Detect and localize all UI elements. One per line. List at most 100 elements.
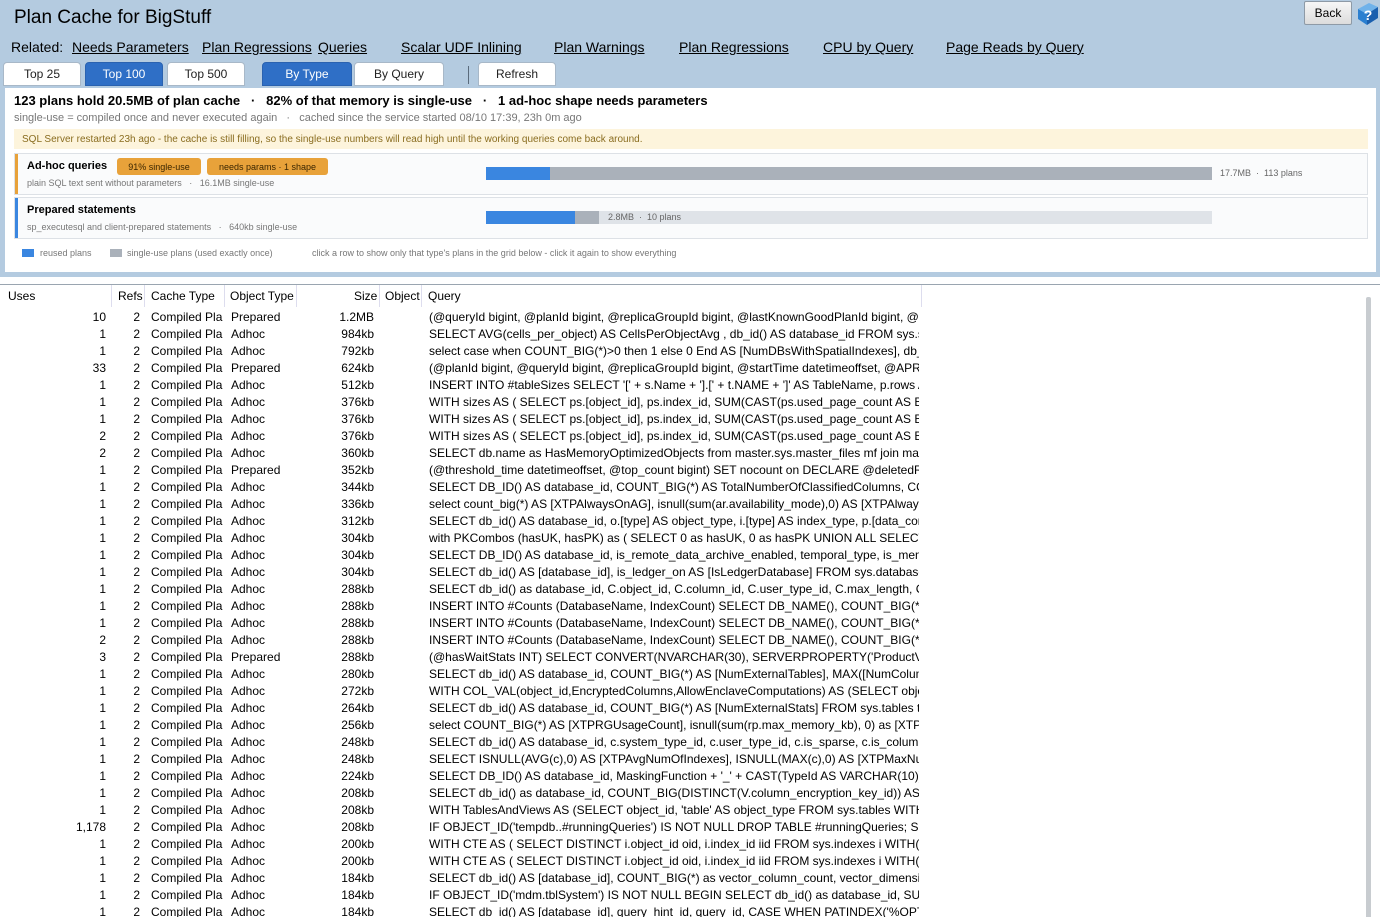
cell-refs: 2 (133, 752, 140, 766)
table-row[interactable]: 3 2 Compiled Plan Prepared 288kb (@hasWaitSta… (0, 649, 1340, 666)
cell-refs: 2 (133, 514, 140, 528)
link-plan-warnings[interactable]: Plan Warnings (554, 39, 645, 55)
column-header-query[interactable]: Query (428, 289, 461, 303)
type-row-adhoc[interactable]: Ad-hoc queries 91% single-use needs para… (14, 153, 1368, 195)
table-row[interactable]: 1 2 Compiled Plan Adhoc 248kb SELECT db_id() … (0, 734, 1340, 751)
table-row[interactable]: 1 2 Compiled Plan Adhoc 184kb IF OBJECT_ID('m… (0, 887, 1340, 904)
cell-object-type: Adhoc (231, 344, 266, 358)
table-row[interactable]: 1 2 Compiled Plan Prepared 352kb (@threshold_… (0, 462, 1340, 479)
cell-cache-type: Compiled Plan (151, 820, 223, 834)
plan-grid[interactable]: Uses Refs Cache Type Object Type Size Ob… (0, 284, 1380, 917)
column-divider[interactable] (111, 285, 112, 307)
table-row[interactable]: 2 2 Compiled Plan Adhoc 376kb WITH sizes AS (… (0, 428, 1340, 445)
cell-size: 208kb (341, 803, 374, 817)
type-row-prepared[interactable]: Prepared statements sp_executesql and cl… (14, 197, 1368, 239)
cell-cache-type: Compiled Plan (151, 803, 223, 817)
cell-uses: 1 (99, 752, 106, 766)
tab-top-500[interactable]: Top 500 (167, 62, 245, 86)
cell-refs: 2 (133, 480, 140, 494)
cell-refs: 2 (133, 718, 140, 732)
legend-reused-swatch (22, 249, 34, 257)
tab-by-type[interactable]: By Type (262, 62, 352, 86)
cell-query: (@hasWaitStats INT) SELECT CONVERT(NVARC… (429, 650, 919, 664)
table-row[interactable]: 1 2 Compiled Plan Adhoc 984kb SELECT AVG(cell… (0, 326, 1340, 343)
cell-uses: 3 (99, 650, 106, 664)
cell-object-type: Adhoc (231, 446, 266, 460)
help-icon[interactable]: ? (1355, 1, 1380, 26)
cell-uses: 1,178 (75, 820, 106, 834)
table-row[interactable]: 2 2 Compiled Plan Adhoc 288kb INSERT INTO #Co… (0, 632, 1340, 649)
table-row[interactable]: 1 2 Compiled Plan Adhoc 208kb WITH TablesAndV… (0, 802, 1340, 819)
table-row[interactable]: 1 2 Compiled Plan Adhoc 288kb INSERT INTO #Co… (0, 615, 1340, 632)
cell-refs: 2 (133, 633, 140, 647)
column-divider[interactable] (144, 285, 145, 307)
vertical-scrollbar[interactable] (1366, 297, 1371, 917)
summary-headline: 123 plans hold 20.5MB of plan cache · 82… (14, 93, 708, 108)
column-header-cache-type[interactable]: Cache Type (151, 289, 215, 303)
tab-top-25[interactable]: Top 25 (3, 62, 81, 86)
back-button[interactable]: Back (1304, 1, 1352, 25)
cell-size: 288kb (341, 582, 374, 596)
table-row[interactable]: 1 2 Compiled Plan Adhoc 336kb select count_bi… (0, 496, 1340, 513)
cell-object-type: Adhoc (231, 752, 266, 766)
column-header-object[interactable]: Object (385, 289, 420, 303)
table-row[interactable]: 1 2 Compiled Plan Adhoc 288kb SELECT db_id() … (0, 581, 1340, 598)
table-row[interactable]: 1 2 Compiled Plan Adhoc 264kb SELECT db_id() … (0, 700, 1340, 717)
tab-top-100[interactable]: Top 100 (85, 62, 163, 86)
table-row[interactable]: 1 2 Compiled Plan Adhoc 184kb SELECT db_id() … (0, 870, 1340, 887)
table-row[interactable]: 1 2 Compiled Plan Adhoc 208kb SELECT db_id() … (0, 785, 1340, 802)
link-page-reads-by-query[interactable]: Page Reads by Query (946, 39, 1084, 55)
table-row[interactable]: 33 2 Compiled Plan Prepared 624kb (@planId bi… (0, 360, 1340, 377)
cell-size: 200kb (341, 854, 374, 868)
table-row[interactable]: 1 2 Compiled Plan Adhoc 272kb WITH COL_VAL(ob… (0, 683, 1340, 700)
table-row[interactable]: 1 2 Compiled Plan Adhoc 184kb SELECT db_id() … (0, 904, 1340, 917)
table-row[interactable]: 1,178 2 Compiled Plan Adhoc 208kb IF OBJECT_I… (0, 819, 1340, 836)
table-row[interactable]: 1 2 Compiled Plan Adhoc 304kb SELECT db_id() … (0, 564, 1340, 581)
table-row[interactable]: 1 2 Compiled Plan Adhoc 248kb SELECT ISNULL(A… (0, 751, 1340, 768)
column-header-refs[interactable]: Refs (118, 289, 143, 303)
column-header-uses[interactable]: Uses (8, 289, 35, 303)
table-row[interactable]: 1 2 Compiled Plan Adhoc 376kb WITH sizes AS (… (0, 394, 1340, 411)
cell-uses: 1 (99, 412, 106, 426)
table-row[interactable]: 2 2 Compiled Plan Adhoc 360kb SELECT db.name … (0, 445, 1340, 462)
column-divider[interactable] (224, 285, 225, 307)
column-divider[interactable] (921, 285, 922, 307)
column-divider[interactable] (296, 285, 297, 307)
cell-cache-type: Compiled Plan (151, 667, 223, 681)
table-row[interactable]: 1 2 Compiled Plan Adhoc 304kb with PKCombos (… (0, 530, 1340, 547)
cell-refs: 2 (133, 888, 140, 902)
column-divider[interactable] (379, 285, 380, 307)
link-queries[interactable]: Queries (318, 39, 367, 55)
table-row[interactable]: 1 2 Compiled Plan Adhoc 512kb INSERT INTO #ta… (0, 377, 1340, 394)
cell-uses: 1 (99, 684, 106, 698)
table-row[interactable]: 1 2 Compiled Plan Adhoc 344kb SELECT DB_ID() … (0, 479, 1340, 496)
refresh-button[interactable]: Refresh (478, 62, 556, 86)
table-row[interactable]: 1 2 Compiled Plan Adhoc 200kb WITH CTE AS ( S… (0, 836, 1340, 853)
memory-bar (486, 167, 1212, 180)
link-cpu-by-query[interactable]: CPU by Query (823, 39, 913, 55)
column-header-object-type[interactable]: Object Type (230, 289, 294, 303)
table-row[interactable]: 1 2 Compiled Plan Adhoc 288kb INSERT INTO #Co… (0, 598, 1340, 615)
cell-size: 360kb (341, 446, 374, 460)
column-divider[interactable] (421, 285, 422, 307)
table-row[interactable]: 1 2 Compiled Plan Adhoc 792kb select case whe… (0, 343, 1340, 360)
table-row[interactable]: 10 2 Compiled Plan Prepared 1.2MB (@queryId b… (0, 309, 1340, 326)
table-row[interactable]: 1 2 Compiled Plan Adhoc 256kb select COUNT_BI… (0, 717, 1340, 734)
table-row[interactable]: 1 2 Compiled Plan Adhoc 312kb SELECT db_id() … (0, 513, 1340, 530)
table-row[interactable]: 1 2 Compiled Plan Adhoc 200kb WITH CTE AS ( S… (0, 853, 1340, 870)
tab-by-query[interactable]: By Query (354, 62, 444, 86)
table-row[interactable]: 1 2 Compiled Plan Adhoc 304kb SELECT DB_ID() … (0, 547, 1340, 564)
cell-size: 208kb (341, 786, 374, 800)
table-row[interactable]: 1 2 Compiled Plan Adhoc 376kb WITH sizes AS (… (0, 411, 1340, 428)
cell-refs: 2 (133, 599, 140, 613)
link-plan-regressions[interactable]: Plan Regressions (679, 39, 789, 55)
link-plan-regressions-queries[interactable]: Plan Regressions (202, 39, 312, 55)
link-scalar-udf-inlining[interactable]: Scalar UDF Inlining (401, 39, 522, 55)
related-label: Related: (11, 39, 64, 55)
column-header-size[interactable]: Size (354, 289, 377, 303)
link-needs-parameters[interactable]: Needs Parameters (72, 39, 189, 55)
table-row[interactable]: 1 2 Compiled Plan Adhoc 224kb SELECT DB_ID() … (0, 768, 1340, 785)
table-row[interactable]: 1 2 Compiled Plan Adhoc 280kb SELECT db_id() … (0, 666, 1340, 683)
cell-cache-type: Compiled Plan (151, 378, 223, 392)
cell-cache-type: Compiled Plan (151, 837, 223, 851)
